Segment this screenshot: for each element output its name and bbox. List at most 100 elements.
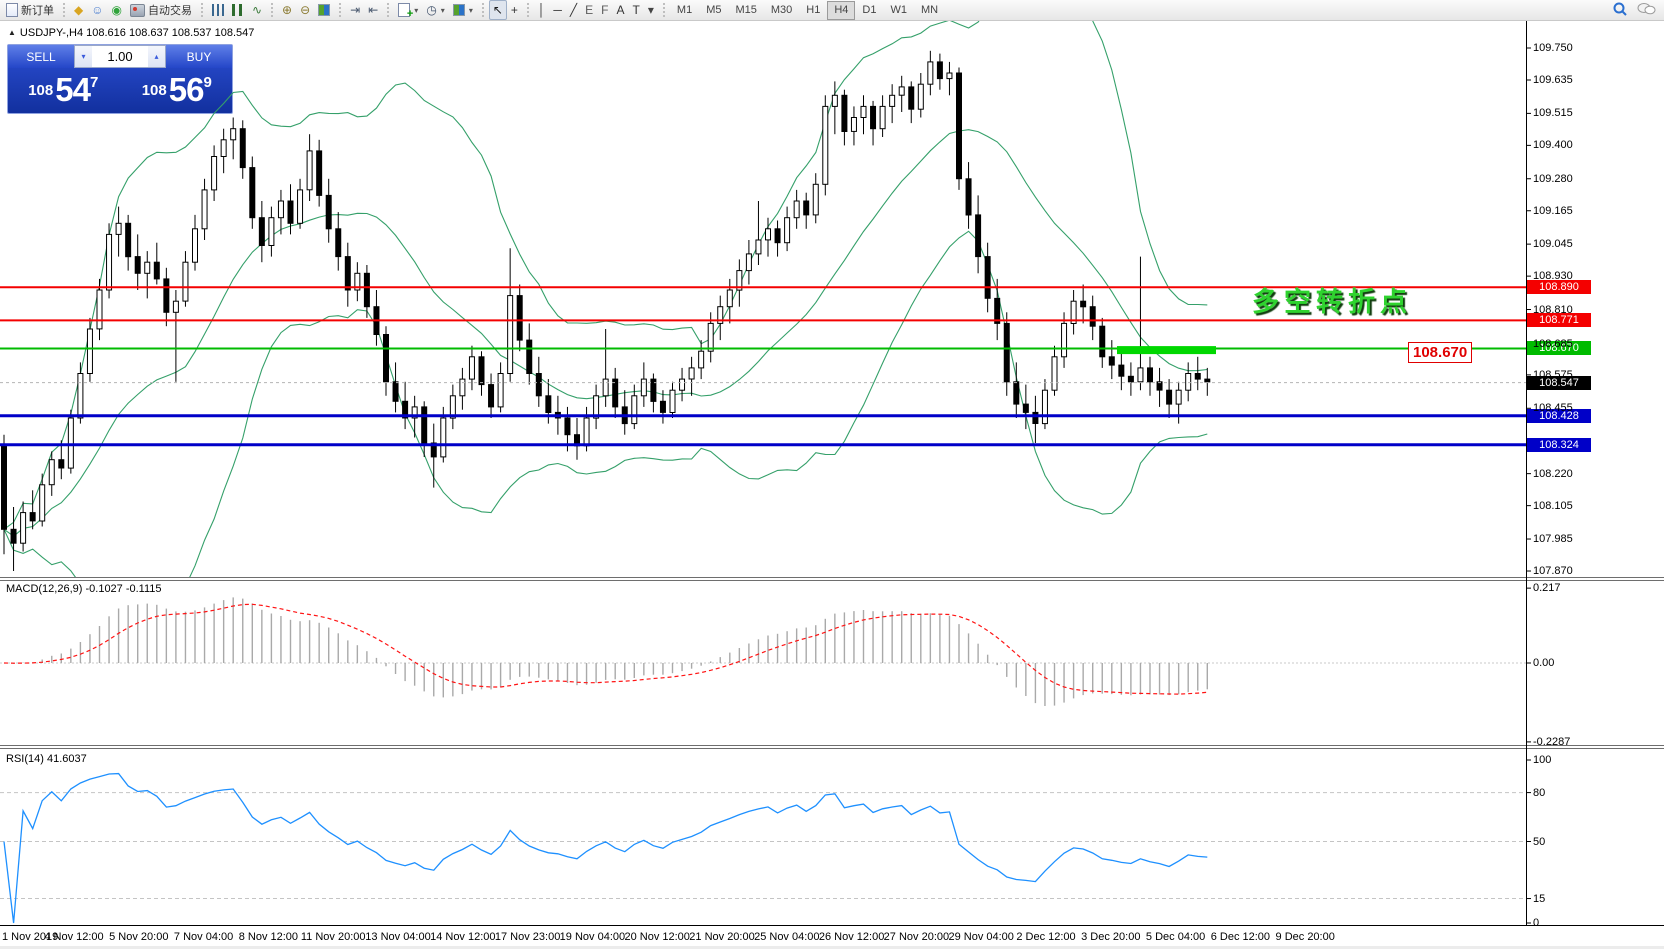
caret-down-icon[interactable]: ▾	[441, 6, 445, 15]
time-axis-label: 29 Nov 04:00	[948, 931, 1013, 943]
zoom-in-icon[interactable]: ⊕	[278, 0, 296, 20]
auto-trading-icon	[130, 4, 145, 17]
price-tick-label: 108.105	[1533, 500, 1573, 512]
price-axis[interactable]	[1526, 21, 1527, 925]
new-order-button-label: 新订单	[21, 2, 54, 18]
macd-pane[interactable]	[0, 580, 1664, 745]
fibonacci-icon: F	[601, 4, 608, 16]
price-tick-label: 107.870	[1533, 565, 1573, 577]
chart-window[interactable]: ▲USDJPY-,H4 108.616 108.637 108.537 108.…	[0, 21, 1664, 949]
periods-icon[interactable]: ◷▾	[422, 0, 449, 20]
rsi-tick-label: 15	[1533, 893, 1545, 905]
toolbar-separator	[63, 3, 65, 17]
toolbar-separator	[339, 3, 341, 17]
vertical-line-icon[interactable]: │	[534, 0, 550, 20]
time-axis-label: 21 Nov 20:00	[689, 931, 754, 943]
market-watch-icon[interactable]: ◆	[70, 0, 87, 20]
chart-annotation-text[interactable]: 多空转折点	[1252, 280, 1412, 319]
cursor-icon: ↖	[493, 4, 503, 16]
cursor-icon[interactable]: ↖	[489, 0, 507, 20]
signal-icon[interactable]: ◉	[108, 0, 126, 20]
price-tick-label: 109.515	[1533, 107, 1573, 119]
time-axis-label: 19 Nov 04:00	[560, 931, 625, 943]
timeframe-m15[interactable]: M15	[728, 1, 763, 20]
toolbar-separator	[271, 3, 273, 17]
text-icon[interactable]: A	[613, 0, 629, 20]
toolbar-separator	[482, 3, 484, 17]
time-axis-label: 27 Nov 20:00	[884, 931, 949, 943]
new-order-icon	[6, 3, 18, 17]
price-tick-label: 108.455	[1533, 402, 1573, 414]
time-axis-label: 26 Nov 12:00	[819, 931, 884, 943]
price-tick-label: 109.750	[1533, 42, 1573, 54]
timeframe-w1[interactable]: W1	[883, 1, 914, 20]
time-axis-label: 20 Nov 12:00	[624, 931, 689, 943]
price-tick-label: 109.635	[1533, 74, 1573, 86]
text-label-icon: T	[633, 4, 640, 16]
auto-scroll-icon[interactable]: ⇥	[346, 0, 364, 20]
time-axis-label: 14 Nov 12:00	[430, 931, 495, 943]
text-label-icon[interactable]: T	[629, 0, 644, 20]
timeframe-m1[interactable]: M1	[670, 1, 699, 20]
price-callout-label[interactable]: 108.670	[1408, 342, 1472, 363]
time-axis-label: 5 Dec 04:00	[1146, 931, 1205, 943]
time-axis-label: 8 Nov 12:00	[239, 931, 298, 943]
timeframe-d1[interactable]: D1	[855, 1, 883, 20]
price-tick-label: 109.400	[1533, 139, 1573, 151]
timeframe-m5[interactable]: M5	[699, 1, 728, 20]
price-tick-label: 109.165	[1533, 205, 1573, 217]
zoom-out-icon[interactable]: ⊖	[296, 0, 314, 20]
tile-windows-icon[interactable]	[314, 0, 334, 20]
caret-down-icon[interactable]: ▾	[414, 6, 418, 15]
macd-label: MACD(12,26,9) -0.1027 -0.1115	[6, 583, 162, 595]
price-tick-label: 108.685	[1533, 338, 1573, 350]
chart-shift-icon[interactable]: ⇤	[364, 0, 382, 20]
signal-icon: ◉	[112, 4, 122, 16]
price-line-badge: 108.890	[1527, 280, 1591, 294]
timeframe-h4[interactable]: H4	[827, 1, 855, 20]
fibonacci-icon[interactable]: F	[597, 0, 612, 20]
rsi-pane[interactable]	[0, 749, 1664, 925]
time-axis-label: 3 Dec 20:00	[1081, 931, 1140, 943]
candlestick-chart-icon-icon	[232, 4, 244, 16]
crosshair-icon: +	[511, 4, 518, 16]
equidistant-channel-icon[interactable]: E	[581, 0, 597, 20]
new-order-button[interactable]: 新订单	[2, 0, 58, 20]
auto-trading-button-label: 自动交易	[148, 2, 192, 18]
timeframe-mn[interactable]: MN	[914, 1, 945, 20]
rsi-tick-label: 0	[1533, 917, 1539, 929]
caret-down-icon[interactable]: ▾	[469, 6, 473, 15]
contacts-icon: ☺	[91, 4, 103, 16]
time-axis-label: 6 Dec 12:00	[1211, 931, 1270, 943]
main-chart-pane[interactable]	[0, 21, 1664, 578]
time-axis-label: 5 Nov 20:00	[109, 931, 168, 943]
horizontal-line-icon[interactable]: ─	[549, 0, 566, 20]
candlestick-chart-icon[interactable]	[228, 0, 248, 20]
macd-tick-label: 0.00	[1533, 657, 1554, 669]
time-axis-label: 4 Nov 12:00	[44, 931, 103, 943]
bar-chart-icon[interactable]	[208, 0, 228, 20]
indicators-icon[interactable]: ▾	[394, 0, 422, 20]
crosshair-icon[interactable]: +	[507, 0, 522, 20]
search-icon[interactable]	[1612, 1, 1628, 20]
community-chat-icon[interactable]	[1636, 1, 1656, 20]
time-axis-label: 25 Nov 04:00	[754, 931, 819, 943]
auto-scroll-icon: ⇥	[350, 4, 360, 16]
timeframe-h1[interactable]: H1	[799, 1, 827, 20]
timeframe-m30[interactable]: M30	[764, 1, 799, 20]
line-chart-icon[interactable]: ∿	[248, 0, 266, 20]
price-tick-label: 109.045	[1533, 238, 1573, 250]
time-axis-label: 7 Nov 04:00	[174, 931, 233, 943]
indicators-icon-icon	[398, 3, 410, 17]
toolbar-separator	[663, 3, 665, 17]
contacts-icon[interactable]: ☺	[87, 0, 107, 20]
trendline-icon[interactable]: ╱	[566, 0, 581, 20]
arrows-icon[interactable]: ▾	[644, 0, 658, 20]
templates-icon[interactable]: ▾	[449, 0, 477, 20]
macd-tick-label: 0.217	[1533, 582, 1561, 594]
chart-shift-icon: ⇤	[368, 4, 378, 16]
trendline-icon: ╱	[570, 4, 577, 16]
auto-trading-button[interactable]: 自动交易	[126, 0, 196, 20]
equidistant-channel-icon: E	[585, 4, 593, 16]
chart-frame-bottom	[0, 925, 1664, 926]
